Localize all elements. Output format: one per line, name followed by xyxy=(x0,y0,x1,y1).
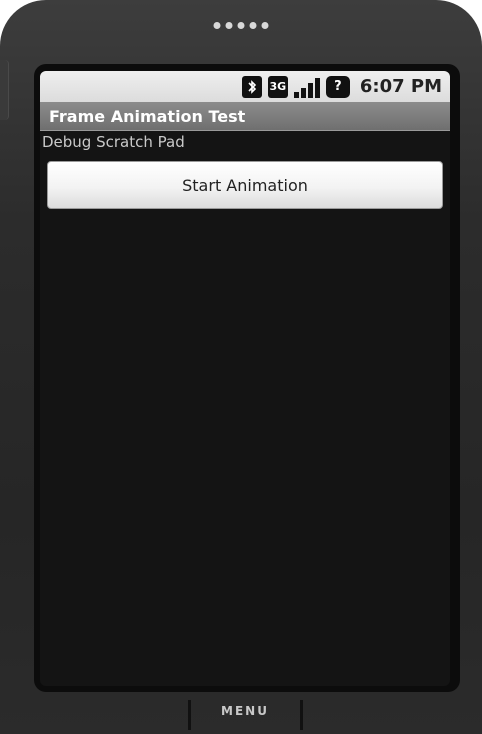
phone-device-frame: 3G ? 6:07 PM Frame Animation Test Debug … xyxy=(0,0,482,734)
hardware-menu-bar: MENU xyxy=(0,694,482,734)
app-title-bar: Frame Animation Test xyxy=(40,102,450,131)
debug-scratch-pad-label: Debug Scratch Pad xyxy=(42,133,185,151)
bluetooth-icon xyxy=(241,75,262,98)
bluetooth-icon-glyph xyxy=(248,79,256,94)
start-animation-button[interactable]: Start Animation xyxy=(47,161,443,209)
status-bar: 3G ? 6:07 PM xyxy=(40,71,450,102)
menu-divider-right xyxy=(300,700,303,730)
app-title: Frame Animation Test xyxy=(49,106,246,126)
signal-strength-icon xyxy=(293,76,320,98)
network-3g-icon: 3G xyxy=(267,75,288,98)
status-clock: 6:07 PM xyxy=(359,76,442,97)
battery-unknown-icon: ? xyxy=(325,75,350,98)
phone-side-button xyxy=(0,60,9,120)
menu-button[interactable]: MENU xyxy=(192,704,298,718)
phone-screen: 3G ? 6:07 PM Frame Animation Test Debug … xyxy=(40,71,450,686)
menu-divider-left xyxy=(188,700,191,730)
earpiece-speaker xyxy=(213,22,269,29)
